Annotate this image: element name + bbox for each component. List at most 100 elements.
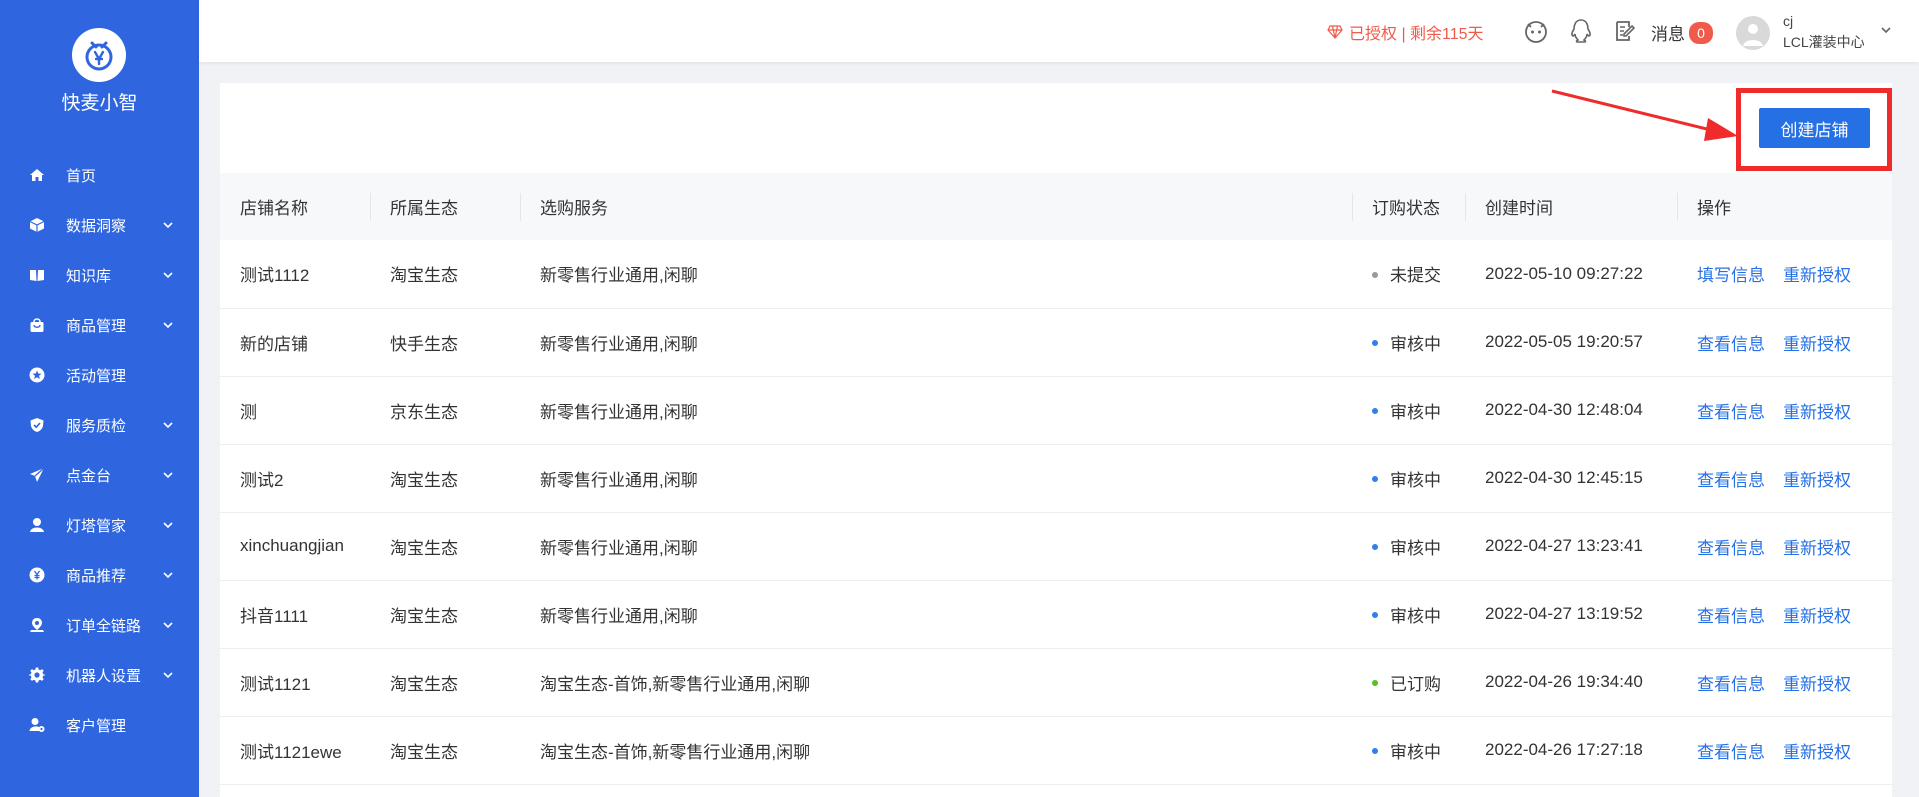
sidebar-item[interactable]: 活动管理 bbox=[0, 350, 199, 400]
service-cell: 新零售行业通用,闲聊 bbox=[520, 376, 1352, 445]
service-cell: 新零售行业通用,闲聊 bbox=[520, 512, 1352, 581]
user-settings-icon bbox=[28, 716, 46, 734]
sidebar-item[interactable]: 客户管理 bbox=[0, 700, 199, 750]
status-text: 审核中 bbox=[1390, 470, 1441, 490]
status-cell: 审核中 bbox=[1352, 308, 1465, 377]
app-logo-icon bbox=[72, 28, 126, 82]
reauthorize-action-link[interactable]: 重新授权 bbox=[1783, 471, 1851, 490]
qq-icon[interactable] bbox=[1567, 17, 1595, 45]
status-cell: 审核中 bbox=[1352, 512, 1465, 581]
robot-face-icon[interactable] bbox=[1522, 17, 1550, 45]
actions-cell: 填写信息 重新授权 bbox=[1677, 240, 1892, 309]
table-row: 抖音1111 淘宝生态 新零售行业通用,闲聊 审核中 2022-04-27 13:19:… bbox=[220, 580, 1892, 649]
paper-plane-icon bbox=[28, 466, 46, 484]
status-cell: 审核中 bbox=[1352, 376, 1465, 445]
store-name-cell: xinchuangjian bbox=[220, 512, 370, 581]
status-text: 审核中 bbox=[1390, 402, 1441, 422]
store-name-cell: 测试2 bbox=[220, 444, 370, 513]
reauthorize-action-link[interactable]: 重新授权 bbox=[1783, 539, 1851, 558]
sidebar-item-label: 商品管理 bbox=[66, 317, 127, 335]
actions-cell: 查看信息 重新授权 bbox=[1677, 376, 1892, 445]
chevron-down-icon bbox=[163, 622, 173, 629]
shopping-bag-icon bbox=[28, 316, 46, 334]
info-action-link[interactable]: 查看信息 bbox=[1697, 539, 1765, 558]
store-name-cell: 新的店铺 bbox=[220, 308, 370, 377]
top-header: 已授权 | 剩余115天 消息 0 cj LCL灌装中心 bbox=[199, 0, 1919, 62]
chevron-down-icon bbox=[163, 522, 173, 529]
messages-label: 消息 bbox=[1651, 25, 1685, 44]
status-text: 已订购 bbox=[1390, 674, 1441, 694]
reauthorize-action-link[interactable]: 重新授权 bbox=[1783, 607, 1851, 626]
column-header: 创建时间 bbox=[1465, 173, 1677, 240]
sidebar-item-label: 知识库 bbox=[66, 267, 112, 285]
messages-button[interactable]: 消息 0 bbox=[1651, 20, 1713, 45]
sidebar-item-label: 机器人设置 bbox=[66, 667, 142, 685]
sidebar-item-label: 数据洞察 bbox=[66, 217, 127, 235]
sidebar-item-label: 订单全链路 bbox=[66, 617, 142, 635]
sidebar-item[interactable]: 商品管理 bbox=[0, 300, 199, 350]
status-cell: 审核中 bbox=[1352, 716, 1465, 785]
chevron-down-icon bbox=[163, 222, 173, 229]
store-name-cell: 测试1121ewe bbox=[220, 716, 370, 785]
status-dot-icon bbox=[1372, 544, 1378, 551]
column-header: 订购状态 bbox=[1352, 173, 1465, 240]
info-action-link[interactable]: 查看信息 bbox=[1697, 403, 1765, 422]
sidebar-item-label: 商品推荐 bbox=[66, 567, 127, 585]
sidebar-item[interactable]: 订单全链路 bbox=[0, 600, 199, 650]
status-cell: 审核中 bbox=[1352, 580, 1465, 649]
create-store-button[interactable]: 创建店铺 bbox=[1759, 108, 1870, 148]
store-name-cell: 抖音1111 bbox=[220, 580, 370, 649]
location-pin-icon bbox=[28, 616, 46, 634]
chevron-down-icon bbox=[163, 472, 173, 479]
edit-note-icon[interactable] bbox=[1611, 17, 1639, 45]
reauthorize-action-link[interactable]: 重新授权 bbox=[1783, 403, 1851, 422]
sidebar: 快麦小智 首页 数据洞察 知识库 商品管理 活动管理 服务质检 点金台 灯塔管家 商品推荐 订单全… bbox=[0, 0, 199, 797]
store-name-cell: 测试1121 bbox=[220, 648, 370, 717]
info-action-link[interactable]: 查看信息 bbox=[1697, 743, 1765, 762]
auth-status-text: 已授权 | 剩余115天 bbox=[1349, 26, 1484, 43]
avatar[interactable] bbox=[1736, 16, 1770, 50]
cube-icon bbox=[28, 216, 46, 234]
sidebar-item[interactable]: 知识库 bbox=[0, 250, 199, 300]
ecosystem-cell: 京东生态 bbox=[370, 376, 520, 445]
auth-status[interactable]: 已授权 | 剩余115天 bbox=[1327, 20, 1484, 44]
info-action-link[interactable]: 查看信息 bbox=[1697, 607, 1765, 626]
service-cell: 新零售行业通用,闲聊 bbox=[520, 580, 1352, 649]
annotation-arrow bbox=[1551, 89, 1738, 141]
info-action-link[interactable]: 填写信息 bbox=[1697, 266, 1765, 285]
table-row: 新的店铺 快手生态 新零售行业通用,闲聊 审核中 2022-05-05 19:20:57… bbox=[220, 308, 1892, 377]
table-row: xinchuangjian 淘宝生态 新零售行业通用,闲聊 审核中 2022-04-27… bbox=[220, 512, 1892, 581]
chevron-down-icon bbox=[163, 422, 173, 429]
user-info[interactable]: cj LCL灌装中心 bbox=[1783, 11, 1865, 53]
status-text: 审核中 bbox=[1390, 334, 1441, 354]
reauthorize-action-link[interactable]: 重新授权 bbox=[1783, 743, 1851, 762]
sidebar-item[interactable]: 服务质检 bbox=[0, 400, 199, 450]
actions-cell: 查看信息 重新授权 bbox=[1677, 444, 1892, 513]
sidebar-item-label: 客户管理 bbox=[66, 717, 127, 735]
service-cell: 淘宝生态-首饰,新零售行业通用,闲聊 bbox=[520, 716, 1352, 785]
reauthorize-action-link[interactable]: 重新授权 bbox=[1783, 335, 1851, 354]
store-name-cell: 测试1112 bbox=[220, 240, 370, 309]
table-row: 测京东生态 新零售行业通用,闲聊 审核中 2022-04-30 12:48:04 查看信… bbox=[220, 376, 1892, 445]
sidebar-item[interactable]: 数据洞察 bbox=[0, 200, 199, 250]
sidebar-item[interactable]: 点金台 bbox=[0, 450, 199, 500]
ecosystem-cell: 淘宝生态 bbox=[370, 716, 520, 785]
status-dot-icon bbox=[1372, 340, 1378, 347]
info-action-link[interactable]: 查看信息 bbox=[1697, 675, 1765, 694]
info-action-link[interactable]: 查看信息 bbox=[1697, 335, 1765, 354]
actions-cell: 查看信息 重新授权 bbox=[1677, 512, 1892, 581]
reauthorize-action-link[interactable]: 重新授权 bbox=[1783, 266, 1851, 285]
chevron-down-icon bbox=[163, 672, 173, 679]
yen-coin-icon bbox=[28, 566, 46, 584]
sidebar-item[interactable]: 灯塔管家 bbox=[0, 500, 199, 550]
sidebar-item[interactable]: 机器人设置 bbox=[0, 650, 199, 700]
ecosystem-cell: 淘宝生态 bbox=[370, 648, 520, 717]
info-action-link[interactable]: 查看信息 bbox=[1697, 471, 1765, 490]
reauthorize-action-link[interactable]: 重新授权 bbox=[1783, 675, 1851, 694]
chevron-down-icon[interactable] bbox=[1879, 23, 1893, 37]
created-time-cell: 2022-05-10 09:27:22 bbox=[1465, 240, 1677, 309]
ecosystem-cell: 淘宝生态 bbox=[370, 512, 520, 581]
sidebar-item[interactable]: 首页 bbox=[0, 150, 199, 200]
table-row: 测试1112 淘宝生态 新零售行业通用,闲聊 未提交 2022-05-10 09:27:… bbox=[220, 240, 1892, 309]
sidebar-item[interactable]: 商品推荐 bbox=[0, 550, 199, 600]
